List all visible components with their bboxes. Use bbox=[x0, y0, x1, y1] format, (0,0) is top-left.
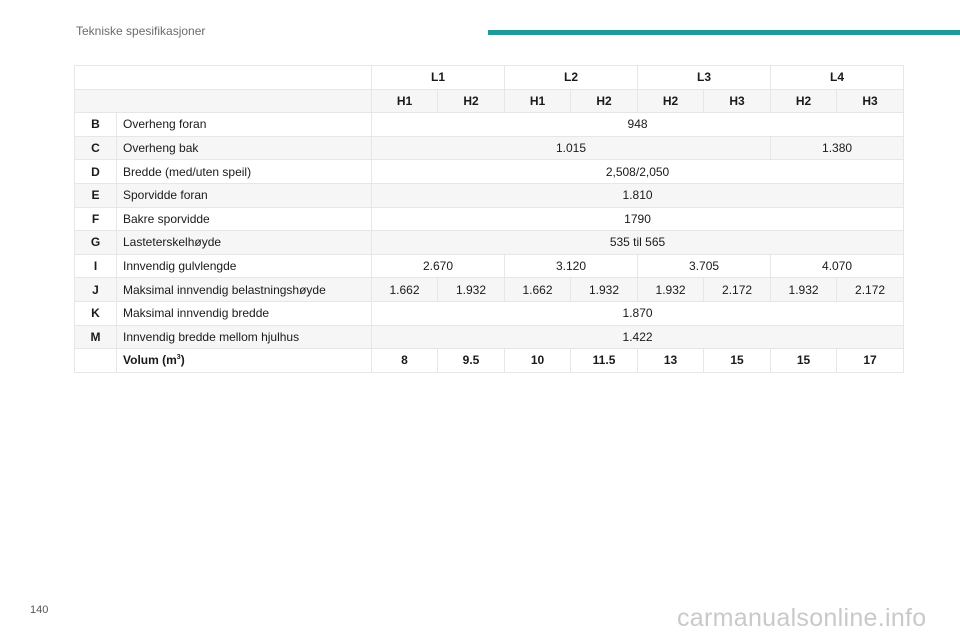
dimension-label: Sporvidde foran bbox=[116, 182, 372, 208]
table-row: I Innvendig gulvlengde 2.670 3.120 3.705… bbox=[74, 253, 905, 279]
dimension-value: 1790 bbox=[370, 206, 905, 232]
dimension-value: 2.172 bbox=[703, 277, 772, 302]
volume-value: 15 bbox=[770, 348, 838, 373]
length-header: L4 bbox=[770, 65, 905, 90]
dimension-label: Maksimal innvendig bredde bbox=[116, 300, 372, 326]
table-row: M Innvendig bredde mellom hjulhus 1.422 bbox=[74, 324, 905, 350]
dimension-label: Overheng bak bbox=[116, 135, 372, 161]
volume-label: Volum (m3) bbox=[116, 348, 372, 373]
dimension-value: 1.662 bbox=[504, 277, 572, 302]
dimension-value: 1.810 bbox=[370, 182, 905, 208]
length-header-row: L1 L2 L3 L4 bbox=[74, 65, 905, 90]
watermark: carmanualsonline.info bbox=[677, 604, 927, 632]
volume-value: 9.5 bbox=[436, 348, 506, 373]
dimension-code: I bbox=[74, 253, 117, 279]
dimension-code: J bbox=[74, 277, 117, 302]
table-row: C Overheng bak 1.015 1.380 bbox=[74, 135, 905, 161]
dimension-value: 2,508/2,050 bbox=[370, 159, 905, 184]
dimension-value: 3.120 bbox=[504, 253, 639, 279]
dimension-value: 2.172 bbox=[836, 277, 905, 302]
table-row: E Sporvidde foran 1.810 bbox=[74, 182, 905, 208]
table-row: J Maksimal innvendig belastningshøyde 1.… bbox=[74, 277, 905, 302]
dimensions-table: L1 L2 L3 L4 H1 H2 H1 H2 H2 H3 H2 H3 B Ov… bbox=[74, 65, 905, 373]
dimension-value: 1.932 bbox=[570, 277, 639, 302]
dimension-code: M bbox=[74, 324, 117, 350]
volume-value: 17 bbox=[836, 348, 905, 373]
length-header: L1 bbox=[370, 65, 506, 90]
dimension-value: 3.705 bbox=[637, 253, 772, 279]
table-row: K Maksimal innvendig bredde 1.870 bbox=[74, 300, 905, 326]
dimension-label: Bakre sporvidde bbox=[116, 206, 372, 232]
dimension-value: 1.422 bbox=[370, 324, 905, 350]
height-header: H3 bbox=[703, 88, 772, 114]
height-header: H2 bbox=[770, 88, 838, 114]
dimension-label: Overheng foran bbox=[116, 112, 372, 137]
volume-label-text: Volum (m bbox=[123, 353, 177, 368]
volume-row: Volum (m3) 8 9.5 10 11.5 13 15 15 17 bbox=[74, 348, 905, 373]
dimension-value: 1.932 bbox=[436, 277, 506, 302]
volume-value: 10 bbox=[504, 348, 572, 373]
dimension-label: Lasteterskelhøyde bbox=[116, 230, 372, 255]
dimension-code: E bbox=[74, 182, 117, 208]
dimension-value: 1.870 bbox=[370, 300, 905, 326]
dimension-code: B bbox=[74, 112, 117, 137]
dimension-label: Innvendig gulvlengde bbox=[116, 253, 372, 279]
length-header: L3 bbox=[637, 65, 772, 90]
volume-value: 13 bbox=[637, 348, 705, 373]
dimension-value: 948 bbox=[370, 112, 905, 137]
table-row: D Bredde (med/uten speil) 2,508/2,050 bbox=[74, 159, 905, 184]
height-header: H2 bbox=[637, 88, 705, 114]
dimension-value: 1.662 bbox=[371, 277, 438, 302]
table-row: G Lasteterskelhøyde 535 til 565 bbox=[74, 230, 905, 255]
dimension-value: 1.015 bbox=[370, 135, 772, 161]
header-accent-bar bbox=[488, 30, 960, 35]
height-header-row: H1 H2 H1 H2 H2 H3 H2 H3 bbox=[74, 88, 905, 114]
table-row: B Overheng foran 948 bbox=[74, 112, 905, 137]
dimension-value: 2.670 bbox=[370, 253, 506, 279]
height-header: H2 bbox=[436, 88, 506, 114]
dimension-label: Maksimal innvendig belastningshøyde bbox=[116, 277, 372, 302]
dimension-code: C bbox=[74, 135, 117, 161]
dimension-value: 1.932 bbox=[770, 277, 838, 302]
table-row: F Bakre sporvidde 1790 bbox=[74, 206, 905, 232]
height-header: H1 bbox=[371, 88, 438, 114]
volume-label-close: ) bbox=[180, 353, 185, 368]
height-header: H2 bbox=[570, 88, 639, 114]
dimension-value: 1.932 bbox=[637, 277, 705, 302]
volume-value: 8 bbox=[371, 348, 438, 373]
dimension-code: G bbox=[74, 230, 117, 255]
volume-value: 15 bbox=[703, 348, 772, 373]
height-header: H3 bbox=[836, 88, 905, 114]
dimension-label: Bredde (med/uten speil) bbox=[116, 159, 372, 184]
section-title: Tekniske spesifikasjoner bbox=[76, 24, 206, 38]
header-empty-cell bbox=[74, 88, 372, 114]
height-header: H1 bbox=[504, 88, 572, 114]
dimension-code: K bbox=[74, 300, 117, 326]
dimension-value: 4.070 bbox=[770, 253, 905, 279]
page-number: 140 bbox=[30, 604, 49, 616]
volume-code-empty bbox=[74, 348, 117, 373]
dimension-value: 535 til 565 bbox=[370, 230, 905, 255]
dimension-value: 1.380 bbox=[770, 135, 905, 161]
volume-value: 11.5 bbox=[570, 348, 639, 373]
header-empty-cell bbox=[74, 65, 372, 90]
length-header: L2 bbox=[504, 65, 639, 90]
dimension-code: F bbox=[74, 206, 117, 232]
dimension-code: D bbox=[74, 159, 117, 184]
dimension-label: Innvendig bredde mellom hjulhus bbox=[116, 324, 372, 350]
